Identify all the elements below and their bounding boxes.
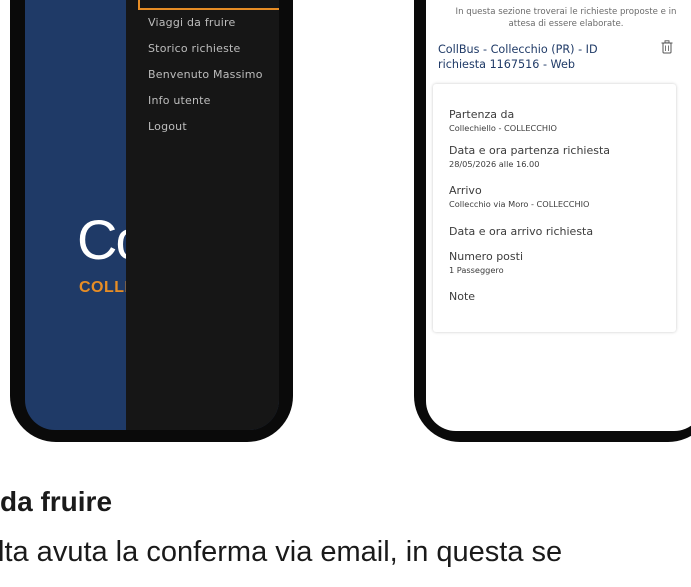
section-paragraph: lta avuta la conferma via email, in ques… [0, 536, 563, 568]
section-intro-text: In questa sezione troverai le richieste … [455, 7, 677, 29]
request-detail-card: Partenza da Collechiello - COLLECCHIO Da… [433, 84, 676, 332]
request-title[interactable]: CollBus - Collecchio (PR) - ID richiesta… [438, 42, 638, 72]
field-label-data-partenza: Data e ora partenza richiesta [449, 144, 611, 157]
side-menu: Richieste attive Viaggi da fruire Storic… [126, 0, 279, 430]
manual-page: Co COLLEC Richieste attive Viaggi da fru… [0, 0, 691, 587]
field-label-note: Note [449, 290, 476, 303]
section-heading: da fruire [0, 486, 113, 517]
field-value-arrivo: Collecchio via Moro - COLLECCHIO [449, 199, 590, 209]
field-label-partenza: Partenza da [449, 108, 515, 121]
field-label-data-arrivo: Data e ora arrivo richiesta [449, 225, 594, 238]
menu-item-benvenuto[interactable]: Benvenuto Massimo [148, 68, 263, 81]
left-phone-screen: Co COLLEC Richieste attive Viaggi da fru… [25, 0, 279, 430]
trash-icon[interactable] [661, 40, 673, 54]
field-value-partenza: Collechiello - COLLECCHIO [449, 123, 557, 133]
menu-item-info-utente[interactable]: Info utente [148, 94, 211, 107]
right-phone-screen: In questa sezione troverai le richieste … [426, 0, 691, 431]
field-value-data-partenza: 28/05/2026 alle 16.00 [449, 159, 540, 169]
menu-item-storico-richieste[interactable]: Storico richieste [148, 42, 241, 55]
right-phone-mockup: In questa sezione troverai le richieste … [414, 0, 691, 442]
left-phone-mockup: Co COLLEC Richieste attive Viaggi da fru… [10, 0, 293, 442]
menu-item-richieste-attive[interactable]: Richieste attive [138, 0, 279, 10]
field-value-numero-posti: 1 Passeggero [449, 265, 504, 275]
field-label-numero-posti: Numero posti [449, 250, 524, 263]
menu-item-logout[interactable]: Logout [148, 120, 187, 133]
menu-item-viaggi-da-fruire[interactable]: Viaggi da fruire [148, 16, 236, 29]
field-label-arrivo: Arrivo [449, 184, 482, 197]
